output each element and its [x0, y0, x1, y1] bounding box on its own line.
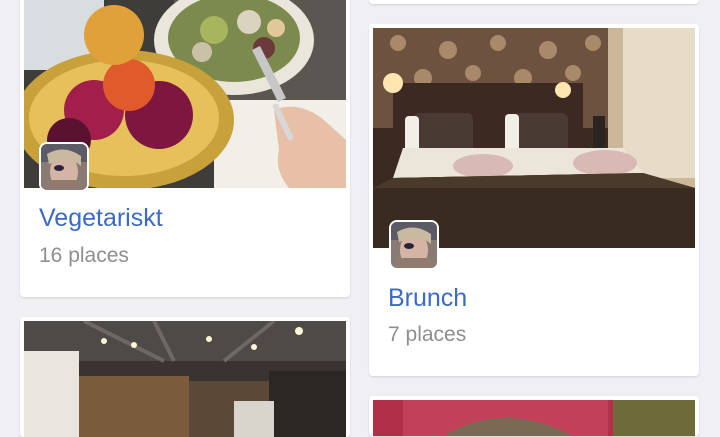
- list-card-cafe[interactable]: [20, 317, 350, 437]
- card-photo-hotel-room: [373, 28, 695, 248]
- left-column: Vegetariskt 16 places: [20, 0, 350, 437]
- card-title[interactable]: Vegetariskt: [39, 204, 163, 233]
- avatar[interactable]: [41, 144, 87, 190]
- right-column: Brunch 7 places: [369, 0, 699, 436]
- avatar[interactable]: [391, 222, 437, 268]
- list-card-vegetariskt[interactable]: Vegetariskt 16 places: [20, 0, 350, 297]
- list-card-brunch[interactable]: Brunch 7 places: [369, 24, 699, 376]
- card-place-count: 7 places: [388, 323, 467, 346]
- card-photo-cafe-interior: [24, 321, 346, 437]
- list-card-next[interactable]: [369, 396, 699, 436]
- list-card-previous[interactable]: [369, 0, 699, 4]
- card-title[interactable]: Brunch: [388, 284, 467, 313]
- card-place-count: 16 places: [39, 244, 129, 267]
- card-photo-red-interior: [373, 400, 695, 436]
